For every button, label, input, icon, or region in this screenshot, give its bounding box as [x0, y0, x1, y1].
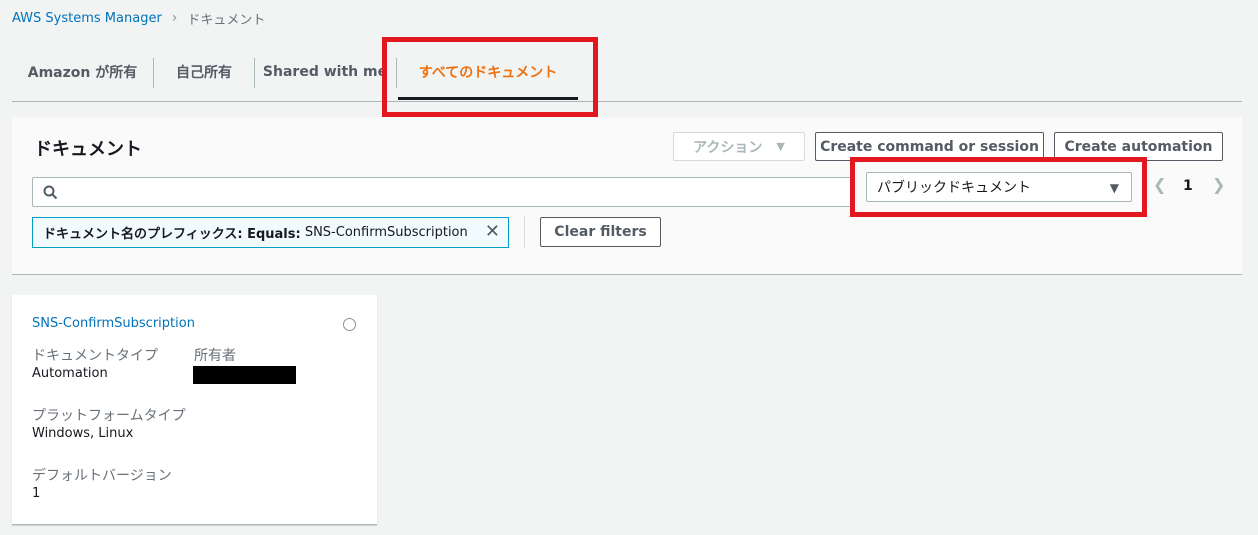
- tab-divider: [396, 58, 397, 88]
- tab-shared-with-me[interactable]: Shared with me: [255, 44, 395, 100]
- doc-type-value: Automation: [32, 366, 108, 381]
- page-number[interactable]: 1: [1183, 178, 1193, 194]
- caret-down-icon: ▼: [1109, 181, 1119, 195]
- caret-down-icon: ▼: [776, 140, 785, 153]
- default-version-value: 1: [32, 486, 41, 501]
- actions-dropdown-button[interactable]: アクション ▼: [673, 132, 805, 161]
- clear-filters-button[interactable]: Clear filters: [540, 217, 661, 247]
- chevron-left-icon[interactable]: ❮: [1153, 175, 1166, 194]
- chevron-right-icon[interactable]: ❯: [1212, 175, 1225, 194]
- tab-amazon-owned[interactable]: Amazon が所有: [12, 44, 153, 100]
- divider: [524, 216, 525, 248]
- breadcrumb-service-link[interactable]: AWS Systems Manager: [12, 11, 162, 26]
- close-icon[interactable]: ✕: [485, 223, 500, 241]
- filter-token-value: SNS-ConfirmSubscription: [300, 225, 468, 240]
- document-tabs: Amazon が所有 自己所有 Shared with me すべてのドキュメン…: [12, 44, 1242, 102]
- search-field: [32, 177, 852, 207]
- owner-value-redacted: [193, 366, 296, 384]
- filter-token: ドキュメント名のプレフィックス: Equals: SNS-ConfirmSubs…: [32, 217, 509, 248]
- platform-value: Windows, Linux: [32, 426, 134, 441]
- select-value: パブリックドキュメント: [877, 180, 1031, 196]
- default-version-label: デフォルトバージョン: [32, 468, 172, 484]
- document-title-link[interactable]: SNS-ConfirmSubscription: [32, 316, 195, 331]
- breadcrumb: AWS Systems Manager › ドキュメント: [12, 8, 265, 28]
- actions-label: アクション: [693, 139, 763, 156]
- create-automation-button[interactable]: Create automation: [1054, 132, 1223, 161]
- tab-owned-by-me[interactable]: 自己所有: [154, 44, 254, 100]
- owner-label: 所有者: [194, 348, 236, 364]
- platform-label: プラットフォームタイプ: [32, 408, 186, 424]
- search-input[interactable]: [65, 180, 849, 206]
- document-scope-select[interactable]: パブリックドキュメント ▼: [866, 172, 1132, 202]
- filter-token-key: ドキュメント名のプレフィックス: Equals:: [43, 227, 301, 242]
- chevron-right-icon: ›: [171, 10, 178, 26]
- document-select-radio[interactable]: [343, 318, 356, 331]
- panel-title: ドキュメント: [34, 139, 142, 160]
- doc-type-label: ドキュメントタイプ: [32, 348, 158, 364]
- search-icon: [43, 185, 58, 200]
- create-command-button[interactable]: Create command or session: [815, 132, 1044, 161]
- tab-all-documents[interactable]: すべてのドキュメント: [398, 44, 578, 100]
- breadcrumb-current: ドキュメント: [187, 12, 266, 28]
